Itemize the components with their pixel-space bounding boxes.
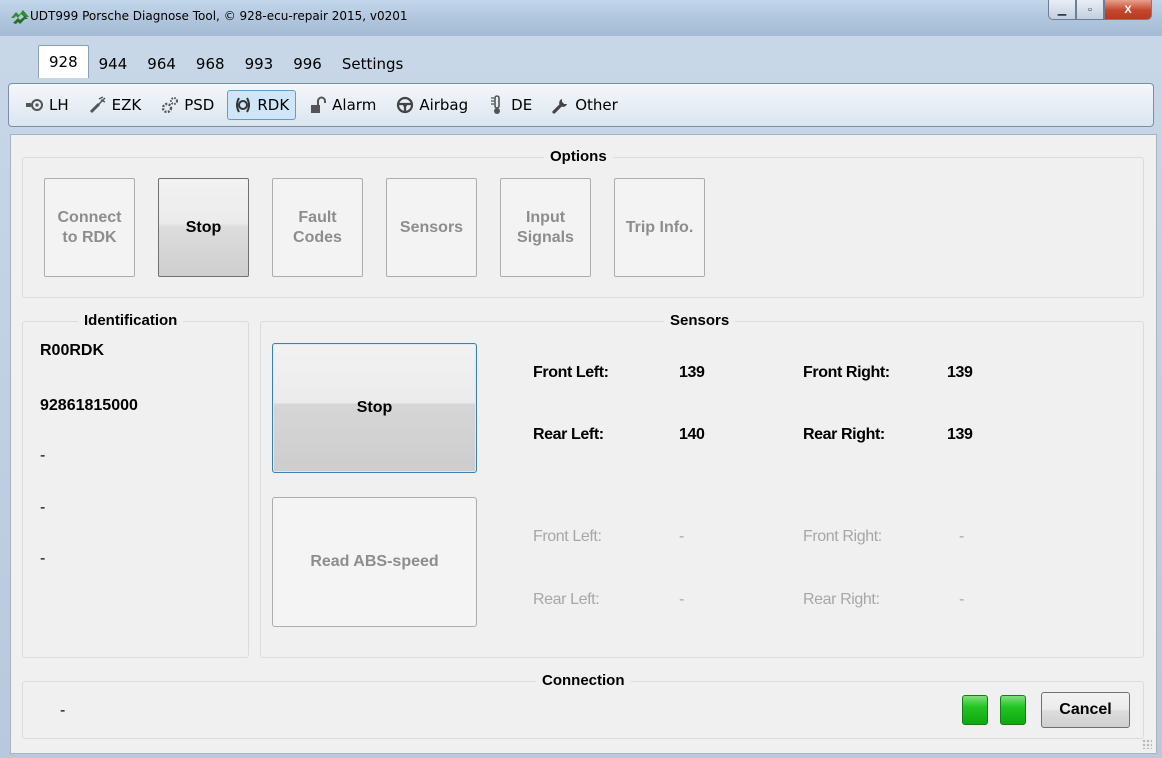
stop-option-button[interactable]: Stop bbox=[158, 178, 249, 277]
sensors-option-label: Sensors bbox=[399, 218, 464, 236]
identification-value-3: - bbox=[40, 447, 46, 464]
module-lh-button[interactable]: LH bbox=[19, 90, 76, 120]
tab-928[interactable]: 928 bbox=[38, 45, 89, 78]
tab-996[interactable]: 996 bbox=[283, 50, 332, 78]
module-de-button[interactable]: DE bbox=[481, 90, 539, 120]
module-other-button[interactable]: Other bbox=[545, 90, 625, 120]
options-group: Options Connect to RDK Stop Fault Codes … bbox=[22, 148, 1144, 298]
module-rdk-button[interactable]: RDK bbox=[227, 90, 297, 120]
close-icon: X bbox=[1124, 3, 1132, 16]
rear-left-label: Rear Left: bbox=[533, 426, 604, 443]
minimize-icon: ▁ bbox=[1057, 4, 1067, 16]
window-title: UDT999 Porsche Diagnose Tool, © 928-ecu-… bbox=[30, 9, 408, 23]
minimize-button[interactable]: ▁ bbox=[1048, 0, 1076, 20]
status-led-1 bbox=[962, 695, 988, 725]
front-right-value: 139 bbox=[947, 364, 973, 381]
fault-codes-label: Fault Codes bbox=[293, 208, 342, 246]
identification-value-5: - bbox=[40, 550, 46, 567]
connection-group: Connection - Cancel bbox=[22, 672, 1144, 739]
trip-info-label: Trip Info. bbox=[625, 218, 694, 236]
module-other-label: Other bbox=[575, 96, 618, 114]
rdk-panel: Options Connect to RDK Stop Fault Codes … bbox=[10, 134, 1157, 754]
tab-968[interactable]: 968 bbox=[186, 50, 235, 78]
connect-to-rdk-button[interactable]: Connect to RDK bbox=[44, 178, 135, 277]
module-alarm-button[interactable]: Alarm bbox=[302, 90, 383, 120]
status-led-2 bbox=[1000, 695, 1026, 725]
resize-grip[interactable] bbox=[1142, 739, 1152, 749]
rear-right-label: Rear Right: bbox=[803, 426, 885, 443]
tire-pressure-icon bbox=[234, 96, 252, 114]
abs-rear-left-label: Rear Left: bbox=[533, 591, 600, 608]
module-ezk-button[interactable]: EZK bbox=[82, 90, 149, 120]
abs-rear-right-value: - bbox=[959, 591, 964, 608]
sensors-group: Sensors Stop Read ABS-speed Front Left: … bbox=[260, 312, 1144, 658]
maximize-icon: ▫ bbox=[1088, 3, 1092, 16]
abs-front-left-label: Front Left: bbox=[533, 528, 602, 545]
connect-to-rdk-label: Connect to RDK bbox=[57, 208, 122, 246]
module-alarm-label: Alarm bbox=[332, 96, 377, 114]
rdk-ecu-id: R00RDK bbox=[40, 342, 105, 359]
stop-option-label: Stop bbox=[185, 218, 222, 236]
rdk-part-number: 92861815000 bbox=[40, 397, 138, 414]
app-logo-icon bbox=[11, 10, 29, 24]
connection-title: Connection bbox=[536, 672, 631, 689]
module-psd-label: PSD bbox=[184, 96, 215, 114]
cancel-label: Cancel bbox=[1059, 701, 1112, 718]
module-toolbar: LH EZK PSD RDK Alarm Airbag DE Other bbox=[8, 83, 1154, 127]
module-airbag-label: Airbag bbox=[419, 96, 469, 114]
tab-settings[interactable]: Settings bbox=[332, 50, 414, 78]
sensors-stop-button[interactable]: Stop bbox=[272, 343, 477, 473]
cancel-button[interactable]: Cancel bbox=[1041, 692, 1130, 728]
identification-group: Identification R00RDK 92861815000 - - - bbox=[22, 312, 249, 658]
sensors-title: Sensors bbox=[664, 312, 736, 329]
maximize-button[interactable]: ▫ bbox=[1076, 0, 1104, 20]
thermometer-icon bbox=[488, 95, 506, 114]
ignition-icon bbox=[89, 96, 107, 114]
connection-status: - bbox=[60, 702, 66, 719]
read-abs-speed-label: Read ABS-speed bbox=[310, 553, 439, 570]
lh-sensor-icon bbox=[26, 96, 44, 114]
options-title: Options bbox=[544, 148, 613, 165]
module-lh-label: LH bbox=[49, 96, 69, 114]
sensors-stop-label: Stop bbox=[356, 399, 393, 416]
sensors-option-button[interactable]: Sensors bbox=[386, 178, 477, 277]
gears-icon bbox=[161, 96, 179, 114]
fault-codes-button[interactable]: Fault Codes bbox=[272, 178, 363, 277]
rear-right-value: 139 bbox=[947, 426, 973, 443]
input-signals-button[interactable]: Input Signals bbox=[500, 178, 591, 277]
front-left-label: Front Left: bbox=[533, 364, 609, 381]
module-de-label: DE bbox=[511, 96, 533, 114]
tab-944[interactable]: 944 bbox=[89, 50, 138, 78]
tab-993[interactable]: 993 bbox=[235, 50, 284, 78]
steering-wheel-icon bbox=[396, 96, 414, 114]
wrench-icon bbox=[552, 96, 570, 114]
abs-front-right-label: Front Right: bbox=[803, 528, 882, 545]
window-controls: ▁ ▫ X bbox=[1048, 0, 1152, 24]
close-button[interactable]: X bbox=[1104, 0, 1152, 20]
title-bar: UDT999 Porsche Diagnose Tool, © 928-ecu-… bbox=[0, 0, 1162, 36]
abs-front-left-value: - bbox=[679, 528, 684, 545]
tab-964[interactable]: 964 bbox=[137, 50, 186, 78]
abs-rear-right-label: Rear Right: bbox=[803, 591, 880, 608]
module-ezk-label: EZK bbox=[111, 96, 142, 114]
module-psd-button[interactable]: PSD bbox=[154, 90, 221, 120]
abs-rear-left-value: - bbox=[679, 591, 684, 608]
front-right-label: Front Right: bbox=[803, 364, 890, 381]
model-tabs: 928 944 964 968 993 996 Settings bbox=[38, 45, 414, 78]
module-rdk-label: RDK bbox=[257, 96, 290, 114]
trip-info-button[interactable]: Trip Info. bbox=[614, 178, 705, 277]
read-abs-speed-button[interactable]: Read ABS-speed bbox=[272, 497, 477, 627]
abs-front-right-value: - bbox=[959, 528, 964, 545]
module-airbag-button[interactable]: Airbag bbox=[389, 90, 475, 120]
lock-icon bbox=[309, 96, 327, 114]
identification-value-4: - bbox=[40, 499, 46, 516]
input-signals-label: Input Signals bbox=[517, 208, 574, 246]
rear-left-value: 140 bbox=[679, 426, 705, 443]
identification-title: Identification bbox=[78, 312, 184, 329]
front-left-value: 139 bbox=[679, 364, 705, 381]
